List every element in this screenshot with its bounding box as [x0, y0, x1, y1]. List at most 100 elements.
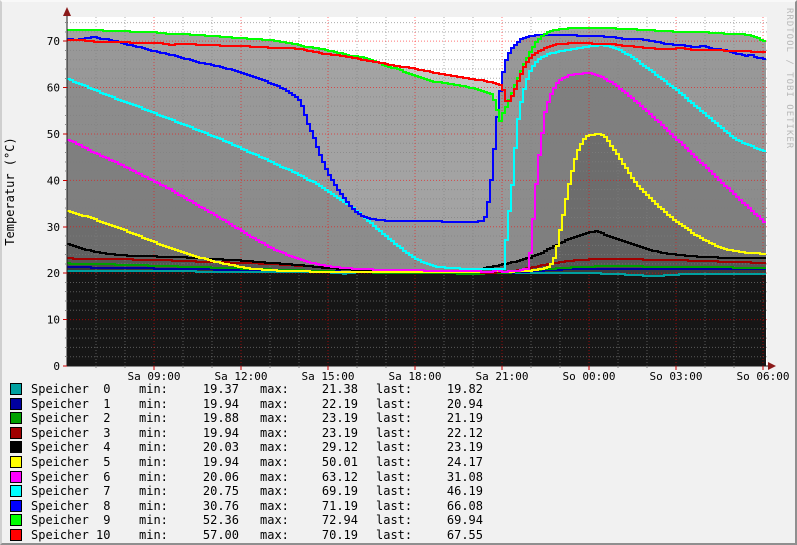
legend-max-value: 23.19 [290, 426, 358, 440]
legend-swatch [10, 383, 22, 395]
legend-max-value: 70.19 [290, 528, 358, 542]
legend: Speicher 0min:19.37max:21.38last:19.82Sp… [2, 382, 795, 542]
legend-row: Speicher 1min:19.94 max:22.19 last:20.94 [2, 397, 795, 412]
temperature-chart: 010203040506070Sa 09:00Sa 12:00Sa 15:00S… [2, 2, 797, 382]
legend-min-value: 52.36 [169, 513, 239, 527]
legend-min-value: 19.94 [169, 455, 239, 469]
legend-last-value: 31.08 [413, 470, 483, 484]
y-axis-arrow-icon [63, 7, 71, 16]
legend-swatch [10, 485, 22, 497]
legend-min-label: min: [139, 499, 169, 513]
legend-series-name: Speicher 9 [31, 513, 139, 527]
legend-last-label: last: [376, 397, 413, 411]
legend-min-label: min: [139, 397, 169, 411]
legend-max-value: 22.19 [290, 397, 358, 411]
legend-last-label: last: [376, 484, 413, 498]
legend-last-value: 67.55 [413, 528, 483, 542]
legend-series-name: Speicher 8 [31, 499, 139, 513]
y-tick-label: 60 [47, 82, 60, 95]
legend-series-name: Speicher 5 [31, 455, 139, 469]
legend-min-label: min: [139, 411, 169, 425]
legend-max-value: 63.12 [290, 470, 358, 484]
legend-last-label: last: [376, 455, 413, 469]
legend-row: Speicher 3min:19.94max:23.19last:22.12 [2, 426, 795, 441]
legend-max-value: 21.38 [290, 382, 358, 396]
legend-row: Speicher 6min:20.06max:63.12last:31.08 [2, 469, 795, 484]
legend-row: Speicher 2min:19.88 max:23.19 last:21.19 [2, 411, 795, 426]
legend-max-value: 29.12 [290, 440, 358, 454]
legend-row: Speicher 8min:30.76max:71.19last:66.08 [2, 498, 795, 513]
legend-max-value: 69.19 [290, 484, 358, 498]
legend-last-value: 20.94 [413, 397, 483, 411]
legend-series-name: Speicher 10 [31, 528, 139, 542]
legend-last-value: 24.17 [413, 455, 483, 469]
legend-max-value: 71.19 [290, 499, 358, 513]
x-axis-arrow-icon [768, 362, 776, 370]
legend-max-value: 23.19 [290, 411, 358, 425]
legend-swatch [10, 514, 22, 526]
x-tick-label: Sa 21:00 [476, 370, 529, 382]
legend-max-label: max: [260, 440, 290, 454]
legend-series-name: Speicher 2 [31, 411, 139, 425]
legend-last-value: 69.94 [413, 513, 483, 527]
y-tick-label: 50 [47, 128, 60, 141]
legend-row: Speicher 0min:19.37max:21.38last:19.82 [2, 382, 795, 397]
rrdtool-graph: 010203040506070Sa 09:00Sa 12:00Sa 15:00S… [0, 0, 797, 545]
legend-min-value: 20.06 [169, 470, 239, 484]
legend-series-name: Speicher 6 [31, 470, 139, 484]
legend-min-label: min: [139, 484, 169, 498]
legend-last-value: 22.12 [413, 426, 483, 440]
legend-min-label: min: [139, 440, 169, 454]
legend-swatch [10, 529, 22, 541]
x-tick-label: So 00:00 [563, 370, 616, 382]
legend-max-label: max: [260, 513, 290, 527]
x-tick-label: So 06:00 [737, 370, 790, 382]
y-tick-label: 0 [53, 360, 60, 373]
watermark: RRDTOOL / TOBI OETIKER [784, 8, 794, 149]
legend-last-value: 19.82 [413, 382, 483, 396]
legend-max-label: max: [260, 426, 290, 440]
legend-row: Speicher 7min:20.75max:69.19last:46.19 [2, 484, 795, 499]
legend-row: Speicher 9min:52.36max:72.94last:69.94 [2, 513, 795, 528]
legend-min-label: min: [139, 382, 169, 396]
legend-max-label: max: [260, 484, 290, 498]
legend-last-value: 66.08 [413, 499, 483, 513]
y-tick-label: 70 [47, 35, 60, 48]
legend-max-value: 50.01 [290, 455, 358, 469]
legend-min-value: 19.94 [169, 426, 239, 440]
y-axis-title: Temperatur (°C) [3, 137, 17, 245]
legend-last-label: last: [376, 382, 413, 396]
x-tick-label: Sa 09:00 [128, 370, 181, 382]
x-tick-label: Sa 12:00 [215, 370, 268, 382]
legend-min-value: 19.94 [169, 397, 239, 411]
legend-max-label: max: [260, 397, 290, 411]
legend-min-value: 20.03 [169, 440, 239, 454]
legend-last-label: last: [376, 513, 413, 527]
legend-min-value: 19.88 [169, 411, 239, 425]
legend-swatch [10, 441, 22, 453]
y-tick-label: 10 [47, 314, 60, 327]
legend-swatch [10, 398, 22, 410]
legend-min-label: min: [139, 528, 169, 542]
legend-series-name: Speicher 4 [31, 440, 139, 454]
y-tick-label: 30 [47, 221, 60, 234]
x-tick-label: So 03:00 [650, 370, 703, 382]
legend-series-name: Speicher 3 [31, 426, 139, 440]
legend-min-label: min: [139, 426, 169, 440]
legend-last-value: 21.19 [413, 411, 483, 425]
legend-last-value: 23.19 [413, 440, 483, 454]
legend-series-name: Speicher 0 [31, 382, 139, 396]
legend-max-label: max: [260, 411, 290, 425]
legend-last-label: last: [376, 470, 413, 484]
area-speicher-0 [67, 271, 766, 366]
legend-series-name: Speicher 1 [31, 397, 139, 411]
legend-row: Speicher 4min:20.03 max:29.12 last:23.19 [2, 440, 795, 455]
legend-last-value: 46.19 [413, 484, 483, 498]
legend-last-label: last: [376, 499, 413, 513]
legend-swatch [10, 471, 22, 483]
legend-max-label: max: [260, 499, 290, 513]
legend-last-label: last: [376, 440, 413, 454]
legend-min-label: min: [139, 470, 169, 484]
legend-last-label: last: [376, 411, 413, 425]
legend-last-label: last: [376, 528, 413, 542]
